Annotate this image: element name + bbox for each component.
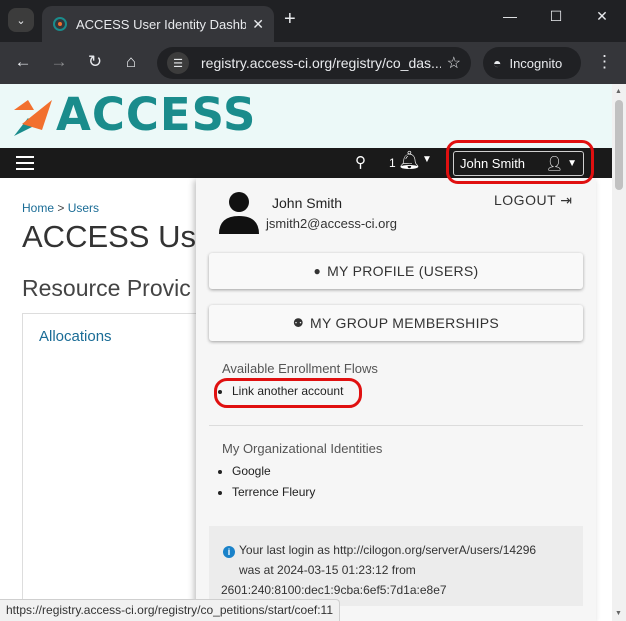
- last-login-info: i Your last login as http://cilogon.org/s…: [209, 526, 583, 606]
- tab-close-icon[interactable]: ✕: [252, 16, 264, 33]
- dropdown-user-email: jsmith2@access-ci.org: [266, 216, 397, 231]
- reload-icon: ↻: [87, 52, 103, 71]
- notification-caret-icon[interactable]: ▼: [422, 154, 432, 165]
- page-scrollbar[interactable]: ▲ ▼: [612, 84, 626, 621]
- back-button[interactable]: ←: [12, 52, 34, 72]
- org-identities-heading: My Organizational Identities: [222, 441, 383, 456]
- group-icon: ⚉: [292, 316, 304, 330]
- enrollment-flows-heading: Available Enrollment Flows: [222, 361, 378, 376]
- incognito-label: Incognito: [509, 55, 563, 71]
- forward-button[interactable]: →: [48, 52, 70, 72]
- org-identities-list: Google Terrence Fleury: [232, 464, 315, 506]
- search-icon[interactable]: ⚲: [355, 153, 366, 171]
- user-menu-highlight: [446, 140, 594, 184]
- window-close-button[interactable]: ✕: [587, 8, 617, 25]
- dropdown-user-name: John Smith: [272, 195, 343, 211]
- home-button[interactable]: ⌂: [120, 52, 142, 72]
- org-identity-item: Terrence Fleury: [232, 485, 315, 499]
- incognito-indicator[interactable]: ◓ Incognito: [483, 47, 581, 79]
- tab-title: ACCESS User Identity Dashboard: [76, 16, 246, 32]
- logout-button[interactable]: LOGOUT ⇥: [494, 192, 573, 209]
- group-memberships-label: MY GROUP MEMBERSHIPS: [309, 315, 500, 331]
- scroll-up-icon[interactable]: ▲: [615, 88, 622, 95]
- site-info-icon[interactable]: ☰: [167, 52, 189, 74]
- maximize-button[interactable]: ☐: [541, 8, 571, 25]
- group-memberships-button[interactable]: ⚉ MY GROUP MEMBERSHIPS: [209, 305, 583, 341]
- last-login-line-1: Your last login as http://cilogon.org/se…: [239, 543, 537, 557]
- info-icon: i: [223, 546, 235, 558]
- chevron-down-icon: ⌄: [16, 14, 26, 27]
- address-bar[interactable]: ☰ registry.access-ci.org/registry/co_das…: [157, 47, 471, 79]
- browser-toolbar: ← → ↻ ⌂ ☰ registry.access-ci.org/registr…: [0, 42, 626, 84]
- breadcrumb-users[interactable]: Users: [68, 201, 99, 215]
- bell-icon[interactable]: 🔔︎: [398, 150, 421, 171]
- breadcrumb-home[interactable]: Home: [22, 201, 54, 215]
- logo-banner: ACCESS: [0, 84, 612, 148]
- my-profile-label: MY PROFILE (USERS): [327, 263, 479, 279]
- my-profile-button[interactable]: ● MY PROFILE (USERS): [209, 253, 583, 289]
- scroll-down-icon[interactable]: ▼: [615, 610, 622, 617]
- breadcrumb: Home > Users: [22, 201, 99, 215]
- url-text[interactable]: registry.access-ci.org/registry/co_das..…: [201, 55, 441, 71]
- page-title: ACCESS Use: [22, 219, 214, 254]
- reload-button[interactable]: ↻: [84, 52, 106, 72]
- org-identity-item: Google: [232, 464, 315, 478]
- notification-count[interactable]: 1: [389, 156, 396, 170]
- logout-icon: ⇥: [560, 192, 573, 208]
- home-icon: ⌂: [125, 52, 137, 71]
- browser-tab-active[interactable]: ACCESS User Identity Dashboard ✕: [42, 6, 274, 42]
- resource-provider-card: Allocations: [22, 313, 222, 621]
- forward-arrow-icon: →: [50, 52, 68, 71]
- tab-search-button[interactable]: ⌄: [8, 8, 34, 32]
- link-account-highlight: [214, 378, 362, 408]
- section-title: Resource Provic: [22, 275, 191, 301]
- logout-label: LOGOUT: [494, 192, 556, 208]
- last-login-line-2: was at 2024-03-15 01:23:12 from: [239, 563, 416, 577]
- incognito-icon: ◓: [493, 55, 502, 71]
- hamburger-menu-icon[interactable]: [16, 156, 34, 170]
- minimize-button[interactable]: —: [495, 8, 525, 24]
- scrollbar-thumb[interactable]: [615, 100, 623, 190]
- avatar: [219, 192, 259, 234]
- breadcrumb-separator: >: [54, 201, 68, 215]
- browser-tab-bar: ⌄ ACCESS User Identity Dashboard ✕ + — ☐…: [0, 0, 626, 42]
- access-logo-text[interactable]: ACCESS: [56, 88, 256, 141]
- access-favicon-icon: [53, 17, 67, 31]
- new-tab-button[interactable]: +: [284, 9, 296, 29]
- last-login-line-3: 2601:240:8100:dec1:9cba:6ef5:7d1a:e8e7: [221, 583, 447, 597]
- divider: [209, 425, 583, 426]
- user-circle-icon: ●: [313, 264, 322, 278]
- bookmark-star-icon[interactable]: ☆: [447, 53, 461, 73]
- back-arrow-icon: ←: [14, 52, 32, 71]
- access-logo-mark-icon: [14, 100, 52, 136]
- browser-menu-icon[interactable]: ⋮: [596, 52, 613, 72]
- allocations-link[interactable]: Allocations: [39, 328, 112, 345]
- link-status-url: https://registry.access-ci.org/registry/…: [0, 599, 341, 621]
